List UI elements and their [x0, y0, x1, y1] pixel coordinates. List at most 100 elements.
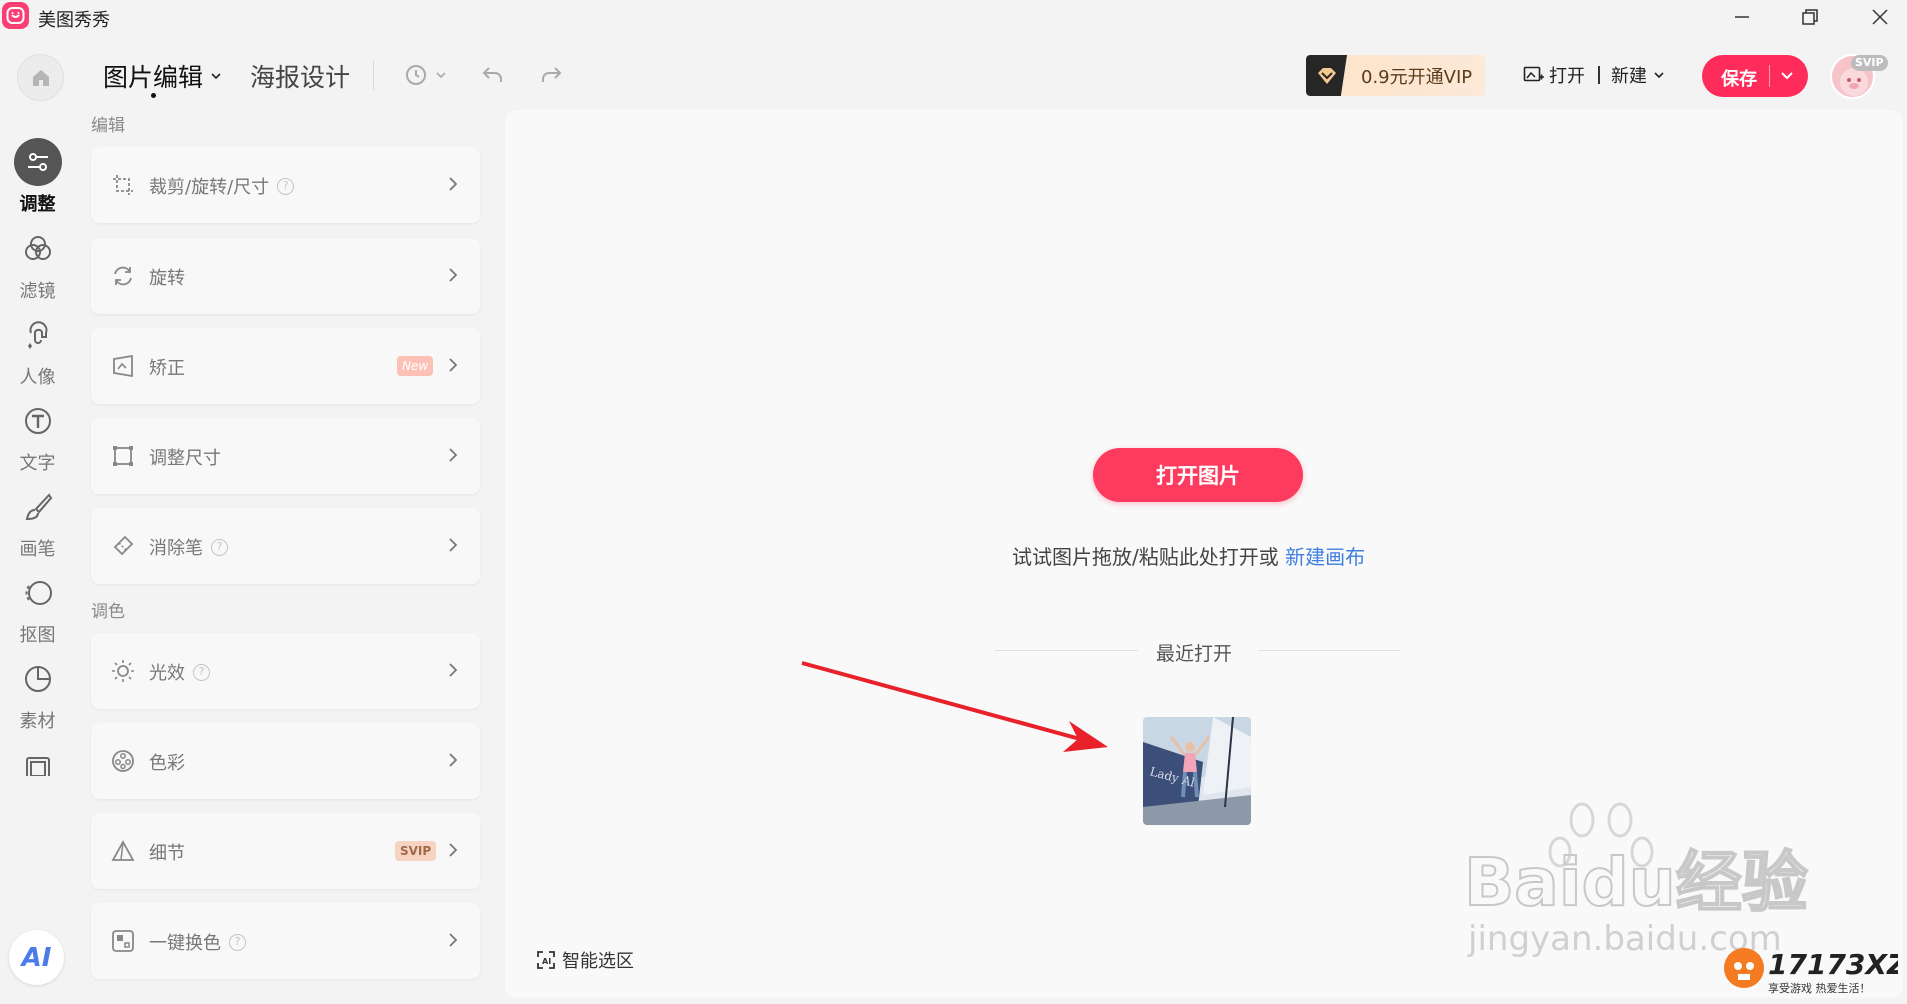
site-watermark-tagline: 享受游戏 热爱生活！	[1768, 981, 1871, 995]
restore-icon[interactable]	[1790, 3, 1830, 31]
tool-label: 裁剪/旋转/尺寸	[149, 177, 270, 198]
vip-diamond-icon	[1306, 55, 1347, 96]
tool-label: 调整尺寸	[149, 448, 221, 469]
drop-hint: 试试图片拖放/粘贴此处打开或 新建画布	[1012, 541, 1365, 570]
text-icon	[14, 397, 62, 445]
app-logo-icon	[2, 2, 29, 29]
open-image-button[interactable]: 打开图片	[1093, 448, 1303, 502]
ai-assistant-button[interactable]: AI	[9, 930, 64, 985]
nav-item-label: 画笔	[19, 539, 56, 560]
tool-color[interactable]: 色彩	[91, 723, 480, 799]
svg-text:AI: AI	[542, 957, 551, 966]
home-icon	[32, 69, 49, 86]
toolbar-divider	[373, 60, 374, 90]
portrait-icon	[14, 311, 62, 359]
tool-recolor[interactable]: 一键换色?	[91, 903, 480, 979]
nav-item-frame[interactable]	[0, 741, 75, 789]
toolbar-separator	[1598, 66, 1600, 84]
nav-item-label: 滤镜	[19, 281, 56, 302]
minimize-icon[interactable]	[1722, 3, 1762, 31]
open-image-icon	[1523, 66, 1544, 82]
nav-item-label: 素材	[19, 711, 56, 732]
new-badge: New	[397, 356, 434, 376]
divider-line	[1258, 650, 1400, 651]
tool-light[interactable]: 光效?	[91, 633, 480, 709]
chevron-right-icon	[447, 750, 459, 774]
tool-crop-rotate-size[interactable]: 裁剪/旋转/尺寸?	[91, 147, 480, 223]
nav-item-sticker[interactable]: 素材	[0, 655, 75, 733]
nav-item-label: 文字	[19, 453, 56, 474]
chevron-down-icon	[211, 73, 221, 80]
save-options-chevron-icon[interactable]	[1778, 66, 1796, 84]
tab-poster-design[interactable]: 海报设计	[250, 58, 350, 94]
tool-label: 细节	[149, 843, 185, 864]
tool-eraser[interactable]: 消除笔?	[91, 508, 480, 584]
frame-icon	[14, 741, 62, 789]
tool-label: 光效	[149, 663, 185, 684]
nav-item-adjust[interactable]: 调整	[0, 138, 75, 216]
cutout-icon	[14, 569, 62, 617]
tool-detail[interactable]: 细节 SVIP	[91, 813, 480, 889]
nav-item-brush[interactable]: 画笔	[0, 483, 75, 561]
history-icon	[406, 65, 426, 85]
undo-button[interactable]	[480, 60, 506, 90]
nav-item-label: 调整	[19, 194, 56, 215]
nav-item-cutout[interactable]: 抠图	[0, 569, 75, 647]
filter-icon	[14, 225, 62, 273]
help-icon[interactable]: ?	[229, 933, 246, 951]
divider-line	[995, 650, 1138, 651]
title-bar: 美图秀秀	[0, 0, 1907, 34]
redo-icon	[542, 67, 562, 82]
chevron-right-icon	[447, 930, 459, 954]
resize-icon	[111, 444, 135, 468]
section-title-edit: 编辑	[91, 116, 125, 136]
help-icon[interactable]: ?	[211, 538, 228, 556]
app-title: 美图秀秀	[38, 10, 110, 31]
save-button[interactable]: 保存	[1702, 55, 1808, 97]
tool-label: 旋转	[149, 268, 185, 289]
tab-image-edit[interactable]: 图片编辑	[103, 58, 223, 94]
help-icon[interactable]: ?	[277, 177, 295, 195]
recent-files-title: 最近打开	[1156, 643, 1233, 665]
save-button-label: 保存	[1721, 69, 1757, 90]
chevron-right-icon	[447, 355, 459, 379]
brush-icon	[14, 483, 62, 531]
chevron-right-icon	[447, 840, 459, 864]
active-tab-indicator	[151, 93, 156, 98]
smart-select-button[interactable]: AI 智能选区	[536, 947, 634, 973]
nav-item-portrait[interactable]: 人像	[0, 311, 75, 389]
tool-correct[interactable]: 矫正 New	[91, 328, 480, 404]
vip-promo-button[interactable]: 0.9元开通VIP	[1306, 55, 1485, 96]
nav-item-text[interactable]: 文字	[0, 397, 75, 475]
recent-image-thumbnail[interactable]: Lady Al	[1143, 717, 1251, 825]
tool-resize[interactable]: 调整尺寸	[91, 418, 480, 494]
tool-rotate[interactable]: 旋转	[91, 238, 480, 314]
chevron-right-icon	[447, 445, 459, 469]
crop-icon	[111, 173, 135, 197]
help-icon[interactable]: ?	[193, 663, 210, 681]
baidu-watermark-text: Baidu经验	[1464, 844, 1808, 921]
adjust-icon	[13, 138, 62, 186]
home-button[interactable]	[17, 54, 64, 101]
vip-promo-label: 0.9元开通VIP	[1361, 66, 1473, 88]
history-button[interactable]	[403, 60, 447, 90]
chevron-right-icon	[447, 535, 459, 559]
new-file-button[interactable]: 新建	[1611, 62, 1665, 88]
correct-icon	[111, 354, 135, 378]
close-icon[interactable]	[1860, 3, 1900, 31]
undo-icon	[482, 67, 502, 82]
tool-label: 矫正	[149, 358, 185, 379]
open-file-label: 打开	[1549, 66, 1585, 87]
open-file-button[interactable]: 打开	[1523, 62, 1585, 88]
redo-button[interactable]	[538, 60, 564, 90]
eraser-icon	[111, 534, 135, 558]
chevron-right-icon	[447, 174, 459, 198]
site-watermark-text: 17173XZ	[1768, 948, 1898, 981]
chevron-down-icon	[436, 72, 446, 79]
tool-label: 消除笔	[149, 538, 203, 559]
drop-hint-text: 试试图片拖放/粘贴此处打开或	[1012, 545, 1279, 569]
new-canvas-link[interactable]: 新建画布	[1285, 545, 1365, 569]
light-icon	[111, 659, 135, 683]
smart-select-label: 智能选区	[562, 951, 634, 972]
nav-item-filter[interactable]: 滤镜	[0, 225, 75, 303]
